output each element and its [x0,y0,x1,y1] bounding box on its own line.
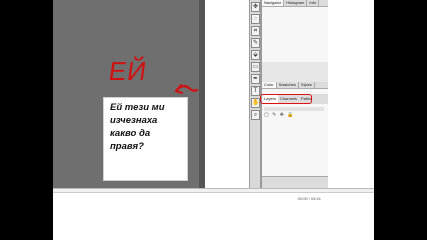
annotation-arrow-icon [174,84,199,94]
type-tool-icon[interactable]: T [251,86,260,96]
move-tool-icon[interactable]: ✥ [251,2,260,12]
panel-divider [262,62,328,82]
blend-mode-row[interactable] [264,107,324,111]
tab-info[interactable]: Info [307,0,320,6]
tab-histogram[interactable]: Histogram [284,0,308,6]
lasso-tool-icon[interactable]: ◌ [251,14,260,24]
layers-lock-icons: ▢ ✎ ✥ 🔒 [264,112,295,118]
tools-palette: ✥ ◌ ⌗ ✎ ⬙ ▭ ✒ T ✋ ⌕ [249,0,261,188]
player-divider [53,192,374,193]
annotation-note-text: Ей тези ми изчезнаха какво да правя? [110,102,165,152]
eraser-tool-icon[interactable]: ▭ [251,62,260,72]
tab-color[interactable]: Color [262,82,277,88]
annotation-shout: ЕЙ [106,56,150,86]
tab-navigator[interactable]: Navigator [262,0,285,6]
annotation-note: Ей тези ми изчезнаха какво да правя? [103,97,188,181]
navigator-panel-tabs: Navigator Histogram Info [262,0,328,7]
stamp-tool-icon[interactable]: ⬙ [251,50,260,60]
tab-styles[interactable]: Styles [299,82,315,88]
navigator-panel-body [262,7,328,62]
pen-tool-icon[interactable]: ✒ [251,74,260,84]
color-panel-tabs: Color Swatches Styles [262,82,328,89]
video-time: 00:00 / 04:51 [297,196,321,201]
canvas-scroll-edge [199,0,205,188]
crop-tool-icon[interactable]: ⌗ [251,26,260,36]
video-frame: ✥ ◌ ⌗ ✎ ⬙ ▭ ✒ T ✋ ⌕ Navigator Histogram In… [53,0,374,240]
panels-dock: Navigator Histogram Info Color Swatches Styl… [260,0,328,189]
red-highlight-box [260,94,312,104]
tab-swatches[interactable]: Swatches [277,82,299,88]
brush-tool-icon[interactable]: ✎ [251,38,260,48]
hand-tool-icon[interactable]: ✋ [251,98,260,108]
zoom-tool-icon[interactable]: ⌕ [251,110,260,120]
